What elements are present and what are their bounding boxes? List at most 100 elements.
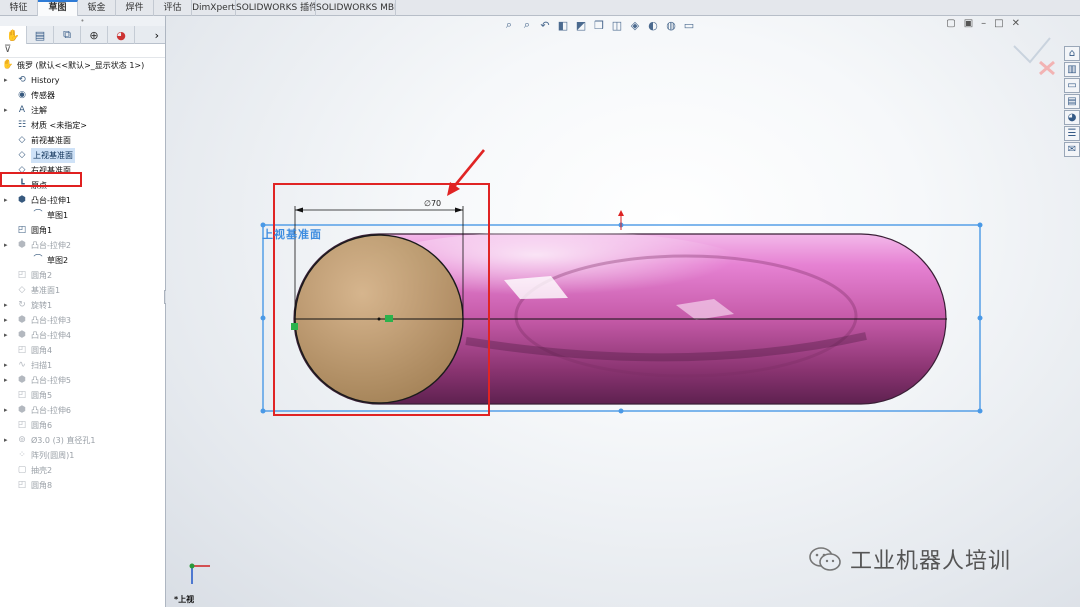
zoom-area-icon[interactable]: ⌕ xyxy=(520,18,534,32)
fillet-icon: ◰ xyxy=(17,420,27,430)
part-icon: ✋ xyxy=(2,60,14,70)
tree-item-label: 草图2 xyxy=(47,256,69,265)
plane-icon: ◇ xyxy=(18,285,26,295)
extrude-icon: ⬢ xyxy=(18,240,26,250)
tree-item[interactable]: ▸ ∿ 扫描1 xyxy=(0,358,165,373)
tree-item[interactable]: ◰ 圆角6 xyxy=(0,418,165,433)
tab-solidworks-mbd[interactable]: SOLIDWORKS MBD xyxy=(316,0,396,16)
watermark-text: 工业机器人培训 xyxy=(850,549,1012,574)
tree-item[interactable]: ◇ 基准面1 xyxy=(0,283,165,298)
maximize-icon[interactable]: □ xyxy=(994,18,1003,29)
expand-arrow-icon[interactable]: ▸ xyxy=(4,433,12,448)
tree-item-label: Ø3.0 (3) 直径孔1 xyxy=(31,436,96,445)
tree-item[interactable]: ◰ 圆角2 xyxy=(0,268,165,283)
tree-item[interactable]: ▸ ⟲ History xyxy=(0,73,165,88)
tree-item[interactable]: ◰ 圆角1 xyxy=(0,223,165,238)
home-icon[interactable]: ⌂ xyxy=(1064,46,1080,61)
tab-evaluate[interactable]: 评估 xyxy=(154,0,192,16)
dimension-value[interactable]: ∅70 xyxy=(424,199,441,208)
tree-item[interactable]: ◰ 圆角5 xyxy=(0,388,165,403)
graphics-viewport[interactable]: ⌕ ⌕ ↶ ◧ ◩ ❒ ◫ ◈ ◐ ◍ ▭ ▢ ▣ – □ ✕ ⌂ ▥ ▭ ▤ … xyxy=(166,16,1080,607)
property-manager-icon[interactable]: ▤ xyxy=(27,26,54,44)
tree-item[interactable]: ▸ ⬢ 凸台-拉伸5 xyxy=(0,373,165,388)
zoom-to-fit-icon[interactable]: ⌕ xyxy=(502,18,516,32)
restore-view-icon[interactable]: ▢ xyxy=(946,18,955,29)
tree-item-label: 圆角5 xyxy=(31,391,53,400)
minimize-icon[interactable]: – xyxy=(981,18,986,29)
panel-more-icon[interactable]: › xyxy=(135,26,163,44)
dynamic-annotation-icon[interactable]: ◩ xyxy=(574,18,588,32)
feature-manager-icon[interactable]: ✋ xyxy=(0,26,27,44)
display-manager-icon[interactable]: ◕ xyxy=(108,26,135,44)
tree-item[interactable]: ▸ ↻ 旋转1 xyxy=(0,298,165,313)
design-library-icon[interactable]: ▥ xyxy=(1064,62,1080,77)
tree-item[interactable]: ◰ 圆角8 xyxy=(0,478,165,493)
tree-item[interactable]: ◉ 传感器 xyxy=(0,88,165,103)
tree-item[interactable]: ◇ 上视基准面 xyxy=(0,148,165,163)
tree-item[interactable]: ▸ ⬢ 凸台-拉伸2 xyxy=(0,238,165,253)
expand-arrow-icon[interactable]: ▸ xyxy=(4,238,12,253)
expand-arrow-icon[interactable]: ▸ xyxy=(4,313,12,328)
tree-item[interactable]: ▸ ⬢ 凸台-拉伸4 xyxy=(0,328,165,343)
filter-icon[interactable]: ⊽ xyxy=(0,44,165,58)
extrude-icon: ⬢ xyxy=(18,405,26,415)
apply-scene-icon[interactable]: ◍ xyxy=(664,18,678,32)
tree-item-label: 凸台-拉伸6 xyxy=(31,406,71,415)
tree-item[interactable]: ▸ A 注解 xyxy=(0,103,165,118)
tree-item-label: 凸台-拉伸5 xyxy=(31,376,71,385)
tab-features[interactable]: 特征 xyxy=(0,0,38,16)
file-explorer-icon[interactable]: ▭ xyxy=(1064,78,1080,93)
expand-arrow-icon[interactable]: ▸ xyxy=(4,103,12,118)
tab-solidworks-addins[interactable]: SOLIDWORKS 插件 xyxy=(236,0,316,16)
tree-item-label: 草图1 xyxy=(47,211,69,220)
expand-arrow-icon[interactable]: ▸ xyxy=(4,328,12,343)
tree-item[interactable]: ✋ 俄罗 (默认<<默认>_显示状态 1>) xyxy=(0,58,165,73)
tab-sketch[interactable]: 草图 xyxy=(38,0,78,16)
tree-item[interactable]: ▸ ⬢ 凸台-拉伸3 xyxy=(0,313,165,328)
panel-grip-icon[interactable]: • xyxy=(0,16,165,26)
tree-item[interactable]: ⌒ 草图1 xyxy=(0,208,165,223)
tree-item[interactable]: ◰ 圆角4 xyxy=(0,343,165,358)
tree-item[interactable]: ▢ 抽壳2 xyxy=(0,463,165,478)
tree-item-label: 注解 xyxy=(31,106,47,115)
tree-item[interactable]: ▸ ⬢ 凸台-拉伸6 xyxy=(0,403,165,418)
tree-item[interactable]: ☷ 材质 <未指定> xyxy=(0,118,165,133)
dimxpert-manager-icon[interactable]: ⊕ xyxy=(81,26,108,44)
tree-item[interactable]: ⌒ 草图2 xyxy=(0,253,165,268)
previous-view-icon[interactable]: ↶ xyxy=(538,18,552,32)
configuration-manager-icon[interactable]: ⧉ xyxy=(54,26,81,44)
view-palette-icon[interactable]: ▤ xyxy=(1064,94,1080,109)
tree-item-label: 俄罗 (默认<<默认>_显示状态 1>) xyxy=(17,61,145,70)
tree-item[interactable]: ▸ ⬢ 凸台-拉伸1 xyxy=(0,193,165,208)
tab-sheet-metal[interactable]: 钣金 xyxy=(78,0,116,16)
hole-icon: ⊚ xyxy=(18,435,26,445)
expand-arrow-icon[interactable]: ▸ xyxy=(4,298,12,313)
confirmation-corner-icon[interactable] xyxy=(1010,36,1060,76)
sensor-icon: ◉ xyxy=(18,90,26,100)
tile-icon[interactable]: ▣ xyxy=(964,18,973,29)
revolve-icon: ↻ xyxy=(18,300,26,310)
tree-item[interactable]: ◇ 前视基准面 xyxy=(0,133,165,148)
edit-appearance-icon[interactable]: ◐ xyxy=(646,18,660,32)
section-view-icon[interactable]: ◧ xyxy=(556,18,570,32)
tab-dimxpert[interactable]: DimXpert xyxy=(192,0,236,16)
view-orientation-icon[interactable]: ❒ xyxy=(592,18,606,32)
custom-properties-icon[interactable]: ☰ xyxy=(1064,126,1080,141)
display-style-icon[interactable]: ◫ xyxy=(610,18,624,32)
watermark: 工业机器人培训 xyxy=(808,543,1011,575)
expand-arrow-icon[interactable]: ▸ xyxy=(4,358,12,373)
forum-icon[interactable]: ✉ xyxy=(1064,142,1080,157)
expand-arrow-icon[interactable]: ▸ xyxy=(4,193,12,208)
view-settings-icon[interactable]: ▭ xyxy=(682,18,696,32)
tree-item-label: 圆角2 xyxy=(31,271,53,280)
sketch-icon: ⌒ xyxy=(33,255,43,265)
expand-arrow-icon[interactable]: ▸ xyxy=(4,373,12,388)
expand-arrow-icon[interactable]: ▸ xyxy=(4,73,12,88)
close-icon[interactable]: ✕ xyxy=(1012,18,1020,29)
appearances-icon[interactable]: ◕ xyxy=(1064,110,1080,125)
expand-arrow-icon[interactable]: ▸ xyxy=(4,403,12,418)
hide-show-icon[interactable]: ◈ xyxy=(628,18,642,32)
tree-item[interactable]: ▸ ⊚ Ø3.0 (3) 直径孔1 xyxy=(0,433,165,448)
tree-item[interactable]: ⁘ 阵列(圆周)1 xyxy=(0,448,165,463)
tab-weldments[interactable]: 焊件 xyxy=(116,0,154,16)
